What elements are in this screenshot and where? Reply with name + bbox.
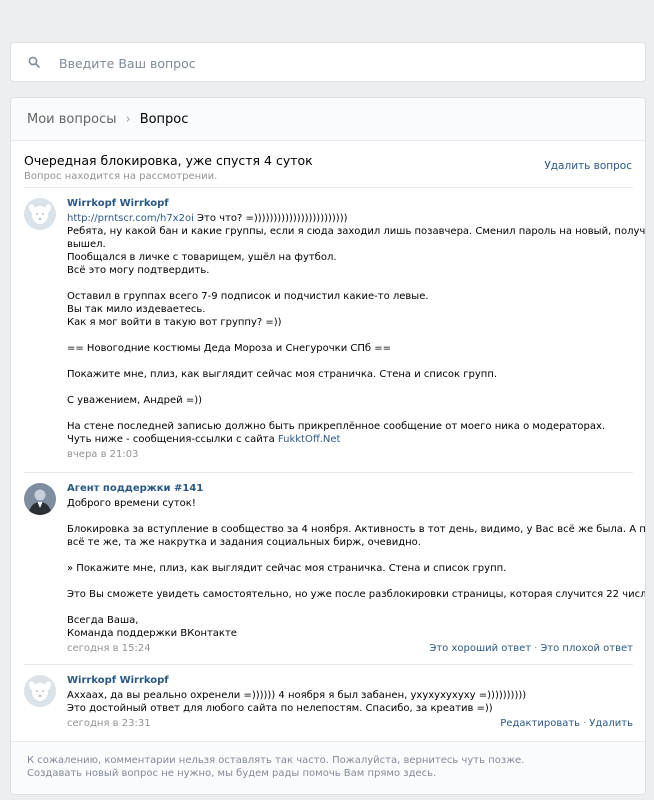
message-footer: сегодня в 23:31 Редактировать · Удалить [67, 715, 633, 733]
breadcrumb-my-questions[interactable]: Мои вопросы [27, 112, 116, 127]
screenshot-link[interactable]: http://prntscr.com/h7x2oi [67, 213, 194, 224]
message-time: вчера в 21:03 [67, 449, 139, 460]
search-input[interactable] [59, 53, 619, 73]
notice-line: К сожалению, комментарии нельзя оставлят… [27, 755, 525, 766]
good-answer-button[interactable]: Это хороший ответ [429, 643, 531, 654]
delete-button[interactable]: Удалить [589, 718, 633, 729]
message-item: Агент поддержки #141 Доброго времени сут… [24, 472, 646, 658]
message-time: сегодня в 23:31 [67, 718, 151, 729]
message-text: Аххаах, да вы реально охренели =)))))) 4… [67, 690, 527, 714]
avatar[interactable] [24, 198, 56, 230]
notice-line: Создавать новый вопрос не нужно, мы буде… [27, 768, 437, 779]
edit-button[interactable]: Редактировать [500, 718, 580, 729]
message-author: Агент поддержки #141 [67, 483, 204, 494]
default-dog-avatar-icon [24, 198, 56, 230]
message-text: Доброго времени суток! Блокировка за вст… [67, 498, 646, 639]
support-agent-avatar-icon [24, 483, 56, 515]
default-dog-avatar-icon [24, 675, 56, 707]
chevron-right-icon: › [125, 111, 131, 127]
delete-question-button[interactable]: Удалить вопрос [544, 160, 632, 172]
message-footer: вчера в 21:03 [67, 446, 633, 464]
message-author[interactable]: Wirrkopf Wirrkopf [67, 198, 633, 212]
rating-actions: Это хороший ответ · Это плохой ответ [429, 643, 633, 654]
avatar[interactable] [24, 675, 56, 707]
breadcrumb-current: Вопрос [139, 111, 189, 127]
message-time: сегодня в 15:24 [67, 643, 151, 654]
message-item: Wirrkopf Wirrkopf Аххаах, да вы реально … [24, 664, 633, 733]
message-item: Wirrkopf Wirrkopf http://prntscr.com/h7x… [24, 187, 646, 464]
avatar[interactable] [24, 483, 56, 515]
question-card: Мои вопросы › Вопрос Очередная блокировк… [10, 97, 646, 795]
fukktoff-link[interactable]: FukktOff.Net [278, 434, 341, 445]
breadcrumb: Мои вопросы › Вопрос [11, 98, 645, 141]
question-header: Очередная блокировка, уже спустя 4 суток… [11, 141, 645, 187]
message-actions: Редактировать · Удалить [500, 718, 633, 729]
question-status: Вопрос находится на рассмотрении. [24, 171, 218, 182]
search-box[interactable] [10, 42, 646, 82]
search-icon [28, 56, 40, 68]
rate-limit-notice: К сожалению, комментарии нельзя оставлят… [11, 741, 645, 794]
question-title: Очередная блокировка, уже спустя 4 суток [24, 153, 313, 168]
message-footer: сегодня в 15:24 Это хороший ответ · Это пл… [67, 640, 633, 658]
bad-answer-button[interactable]: Это плохой ответ [540, 643, 633, 654]
message-text: http://prntscr.com/h7x2oi Это что? =))))… [67, 213, 646, 445]
message-author[interactable]: Wirrkopf Wirrkopf [67, 675, 633, 689]
